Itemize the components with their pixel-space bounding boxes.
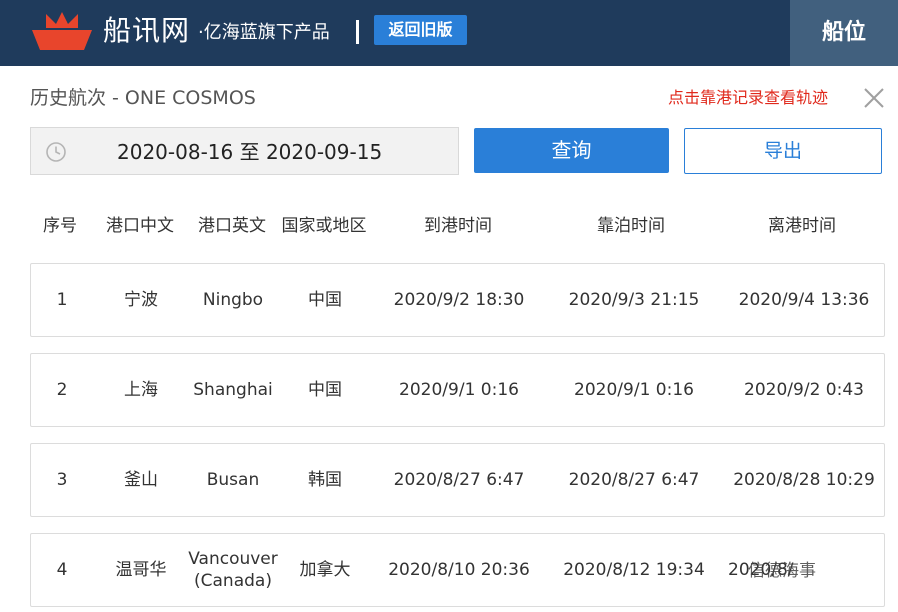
cell-port-en: Busan xyxy=(206,470,260,490)
cell-arrival: 2020/9/1 0:16 xyxy=(399,380,519,400)
cell-port-en: Shanghai xyxy=(193,380,273,400)
brand-slogan: ·亿海蓝旗下产品 xyxy=(198,22,330,43)
column-header-index: 序号 xyxy=(43,216,77,236)
clock-icon xyxy=(46,142,66,162)
cell-country: 中国 xyxy=(308,290,342,310)
column-header-departure: 离港时间 xyxy=(768,216,836,236)
cell-arrival: 2020/8/10 20:36 xyxy=(388,560,530,580)
top-header: 船讯网 ·亿海蓝旗下产品 返回旧版 船位 xyxy=(0,0,898,66)
cell-port-cn: 上海 xyxy=(124,380,158,400)
cell-index: 4 xyxy=(56,560,68,580)
table-row[interactable]: 2 上海 Shanghai 中国 2020/9/1 0:16 2020/9/1 … xyxy=(30,353,885,427)
header-divider xyxy=(356,20,359,44)
cell-index: 2 xyxy=(56,380,68,400)
query-button[interactable]: 查询 xyxy=(474,128,669,173)
column-header-arrival: 到港时间 xyxy=(424,216,492,236)
cell-country: 中国 xyxy=(308,380,342,400)
back-to-old-version-button[interactable]: 返回旧版 xyxy=(374,15,467,45)
cell-departure: 2020/8/28 10:29 xyxy=(733,470,875,490)
column-header-port-en: 港口英文 xyxy=(198,216,266,236)
cell-country: 韩国 xyxy=(308,470,342,490)
cell-port-en: Ningbo xyxy=(202,290,264,310)
cell-index: 1 xyxy=(56,290,68,310)
cell-index: 3 xyxy=(56,470,68,490)
table-row[interactable]: 3 釜山 Busan 韩国 2020/8/27 6:47 2020/8/27 6… xyxy=(30,443,885,517)
cell-port-cn: 宁波 xyxy=(124,290,158,310)
close-icon[interactable] xyxy=(862,86,886,110)
cell-port-cn: 温哥华 xyxy=(115,560,167,580)
cell-arrival: 2020/9/2 18:30 xyxy=(393,290,525,310)
cell-departure: 2020/9/4 13:36 xyxy=(738,290,870,310)
column-header-port-cn: 港口中文 xyxy=(106,216,174,236)
view-track-link[interactable]: 点击靠港记录查看轨迹 xyxy=(668,88,828,108)
cell-berth: 2020/8/27 6:47 xyxy=(568,470,700,490)
cell-port-cn: 釜山 xyxy=(124,470,158,490)
column-header-country: 国家或地区 xyxy=(281,216,367,236)
brand-name[interactable]: 船讯网 xyxy=(103,14,190,48)
ship-logo-icon[interactable] xyxy=(30,10,94,54)
column-header-berth: 靠泊时间 xyxy=(597,216,665,236)
cell-country: 加拿大 xyxy=(299,560,351,580)
export-button[interactable]: 导出 xyxy=(684,128,882,174)
watermark-text: 信德海事 xyxy=(748,561,816,581)
cell-port-en: Vancouver (Canada) xyxy=(188,549,278,591)
tab-ship-position[interactable]: 船位 xyxy=(790,0,898,66)
cell-berth: 2020/9/3 21:15 xyxy=(568,290,700,310)
cell-berth: 2020/8/12 19:34 xyxy=(563,560,705,580)
table-row[interactable]: 1 宁波 Ningbo 中国 2020/9/2 18:30 2020/9/3 2… xyxy=(30,263,885,337)
cell-departure: 2020/9/2 0:43 xyxy=(744,380,864,400)
date-range-input[interactable]: 2020-08-16 至 2020-09-15 xyxy=(30,127,459,175)
cell-berth: 2020/9/1 0:16 xyxy=(574,380,694,400)
date-range-value: 2020-08-16 至 2020-09-15 xyxy=(117,140,383,164)
panel-title: 历史航次 - ONE COSMOS xyxy=(30,87,256,109)
cell-arrival: 2020/8/27 6:47 xyxy=(393,470,525,490)
